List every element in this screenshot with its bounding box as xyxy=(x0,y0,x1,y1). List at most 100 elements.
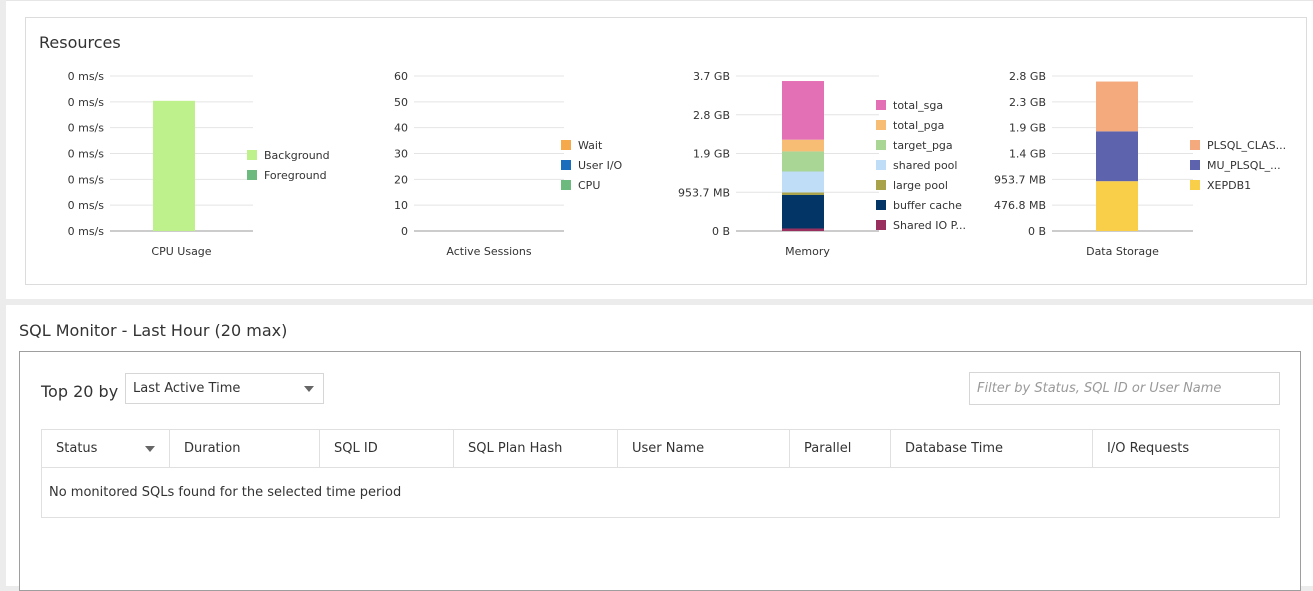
legend-item[interactable]: Shared IO P... xyxy=(876,215,966,235)
legend-swatch xyxy=(876,220,886,230)
resources-panel: Resources 0 ms/s 0 ms/s 0 ms/s 0 ms/s 0 ms/s… xyxy=(25,17,1307,285)
sort-by-select-value: Last Active Time xyxy=(133,381,241,396)
y-tick-label: 0 ms/s xyxy=(68,148,105,161)
legend-label: shared pool xyxy=(893,158,958,172)
table-row: No monitored SQLs found for the selected… xyxy=(41,467,1280,518)
column-header-sql-plan-hash[interactable]: SQL Plan Hash xyxy=(453,429,618,468)
sql-monitor-panel: Top 20 by Last Active Time Status Durati… xyxy=(19,351,1301,591)
chevron-down-icon xyxy=(304,386,314,392)
legend-label: XEPDB1 xyxy=(1207,178,1252,192)
column-header-label: Status xyxy=(56,441,98,456)
memory-legend: total_sga total_pga target_pgashared pool l… xyxy=(876,95,966,235)
filter-input[interactable] xyxy=(969,372,1280,405)
y-tick-label: 1.4 GB xyxy=(1009,148,1046,161)
legend-label: Shared IO P... xyxy=(893,218,967,232)
chevron-down-icon[interactable] xyxy=(145,446,155,452)
y-tick-label: 60 xyxy=(394,70,408,83)
y-tick-label: 1.9 GB xyxy=(1009,122,1046,135)
y-tick-label: 1.9 GB xyxy=(693,148,730,161)
legend-item[interactable]: MU_PLSQL_... xyxy=(1190,155,1286,175)
bar-segment xyxy=(782,151,824,172)
y-tick-label: 0 B xyxy=(712,225,730,238)
legend-label: target_pga xyxy=(893,138,953,152)
legend-label: MU_PLSQL_... xyxy=(1207,158,1281,172)
legend-swatch xyxy=(876,180,886,190)
legend-item[interactable]: User I/O xyxy=(561,155,622,175)
y-tick-label: 476.8 MB xyxy=(994,199,1046,212)
bar-segment xyxy=(782,192,824,195)
y-tick-label: 0 xyxy=(401,225,408,238)
y-tick-label: 953.7 MB xyxy=(678,186,730,199)
cpu-usage-legend: Background Foreground xyxy=(247,145,330,185)
bar-segment xyxy=(782,171,824,193)
legend-item[interactable]: large pool xyxy=(876,175,966,195)
sql-monitor-title: SQL Monitor - Last Hour (20 max) xyxy=(19,321,288,340)
bar-segment xyxy=(1096,81,1138,132)
y-tick-label: 953.7 MB xyxy=(994,173,1046,186)
legend-label: total_pga xyxy=(893,118,945,132)
legend-swatch xyxy=(876,140,886,150)
y-tick-label: 3.7 GB xyxy=(693,70,730,83)
legend-swatch xyxy=(561,160,571,170)
y-tick-label: 0 ms/s xyxy=(68,96,105,109)
x-axis-label: Data Storage xyxy=(1086,245,1159,258)
legend-item[interactable]: Wait xyxy=(561,135,622,155)
column-header-sql-id[interactable]: SQL ID xyxy=(319,429,454,468)
legend-label: Wait xyxy=(578,138,603,152)
legend-item[interactable]: total_sga xyxy=(876,95,966,115)
y-tick-label: 0 ms/s xyxy=(68,225,105,238)
legend-item[interactable]: buffer cache xyxy=(876,195,966,215)
legend-swatch xyxy=(1190,160,1200,170)
legend-item[interactable]: Foreground xyxy=(247,165,330,185)
sort-by-select[interactable]: Last Active Time xyxy=(125,373,324,404)
y-tick-label: 2.3 GB xyxy=(1009,96,1046,109)
x-axis-label: Memory xyxy=(785,245,830,258)
legend-item[interactable]: CPU xyxy=(561,175,622,195)
y-tick-label: 2.8 GB xyxy=(1009,70,1046,83)
legend-item[interactable]: shared pool xyxy=(876,155,966,175)
legend-swatch xyxy=(1190,180,1200,190)
legend-swatch xyxy=(1190,140,1200,150)
legend-swatch xyxy=(876,160,886,170)
active-sessions-legend: Wait User I/O CPU xyxy=(561,135,622,195)
y-tick-label: 0 ms/s xyxy=(68,122,105,135)
y-tick-label: 2.8 GB xyxy=(693,109,730,122)
legend-label: Background xyxy=(264,148,330,162)
legend-item[interactable]: PLSQL_CLAS... xyxy=(1190,135,1286,155)
bar-segment xyxy=(1096,181,1138,231)
y-tick-label: 0 ms/s xyxy=(68,70,105,83)
y-tick-label: 0 ms/s xyxy=(68,199,105,212)
legend-label: buffer cache xyxy=(893,198,962,212)
bar-segment xyxy=(782,228,824,231)
y-tick-label: 0 ms/s xyxy=(68,173,105,186)
top-by-label: Top 20 by xyxy=(41,382,119,401)
legend-swatch xyxy=(561,140,571,150)
y-tick-label: 30 xyxy=(394,148,408,161)
x-axis-label: Active Sessions xyxy=(446,245,531,258)
legend-item[interactable]: target_pga xyxy=(876,135,966,155)
column-header-io-requests[interactable]: I/O Requests xyxy=(1092,429,1280,468)
column-header-duration[interactable]: Duration xyxy=(169,429,320,468)
legend-label: CPU xyxy=(578,178,601,192)
y-tick-label: 20 xyxy=(394,173,408,186)
y-tick-label: 50 xyxy=(394,96,408,109)
bar-segment xyxy=(782,81,824,140)
legend-item[interactable]: XEPDB1 xyxy=(1190,175,1286,195)
y-tick-label: 40 xyxy=(394,122,408,135)
column-header-parallel[interactable]: Parallel xyxy=(789,429,891,468)
column-header-user-name[interactable]: User Name xyxy=(617,429,790,468)
legend-item[interactable]: Background xyxy=(247,145,330,165)
empty-message: No monitored SQLs found for the selected… xyxy=(41,467,1280,518)
sql-monitor-table: Status Duration SQL ID SQL Plan Hash Use… xyxy=(41,429,1280,518)
legend-label: total_sga xyxy=(893,98,944,112)
bar-segment xyxy=(782,194,824,229)
legend-item[interactable]: total_pga xyxy=(876,115,966,135)
column-header-status[interactable]: Status xyxy=(41,429,170,468)
bar-segment xyxy=(153,100,195,231)
legend-label: large pool xyxy=(893,178,948,192)
y-tick-label: 0 B xyxy=(1028,225,1046,238)
column-header-database-time[interactable]: Database Time xyxy=(890,429,1093,468)
bar-segment xyxy=(782,139,824,152)
legend-swatch xyxy=(876,100,886,110)
bar-segment xyxy=(1096,131,1138,182)
